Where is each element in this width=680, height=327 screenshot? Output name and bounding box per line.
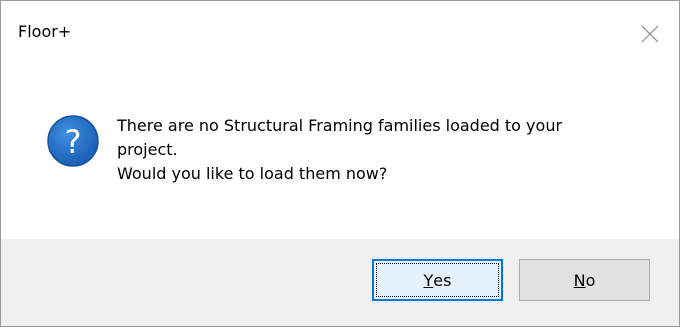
dialog-title: Floor+ [18, 22, 72, 41]
button-bar: Yes No [1, 239, 679, 326]
dialog-content: ? There are no Structural Framing famili… [1, 69, 679, 239]
yes-button[interactable]: Yes [372, 259, 503, 301]
no-button-accelerator: N [573, 270, 586, 290]
no-button-label-rest: o [585, 270, 596, 290]
yes-button-accelerator: Y [423, 270, 434, 290]
message-dialog: Floor+ ? There are no Structural Framing… [0, 0, 680, 327]
message-line-1: There are no Structural Framing families… [117, 116, 563, 135]
no-button[interactable]: No [519, 259, 650, 301]
question-icon-glyph: ? [65, 123, 82, 161]
yes-button-label-rest: es [433, 270, 452, 290]
message-text: There are no Structural Framing families… [117, 114, 657, 186]
title-bar[interactable]: Floor+ [1, 1, 679, 69]
close-button[interactable] [627, 11, 673, 57]
message-line-3: Would you like to load them now? [117, 164, 388, 183]
message-line-2: project. [117, 140, 178, 159]
close-icon [641, 25, 659, 43]
question-icon: ? [47, 115, 99, 167]
